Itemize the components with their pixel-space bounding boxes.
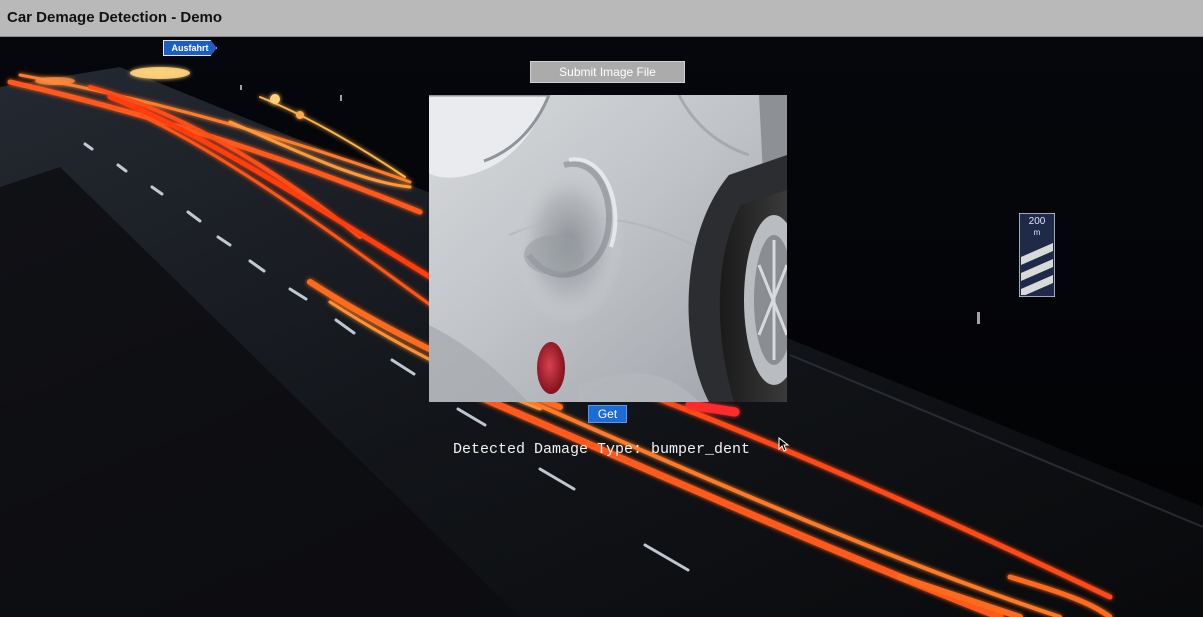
distance-sign: 200 m [1018,212,1056,298]
page-title: Car Demage Detection - Demo [7,9,223,26]
detection-result-label: Detected Damage Type: [452,441,651,458]
uploaded-image-preview [429,95,787,402]
detection-result-value: bumper_dent [651,441,751,458]
mouse-cursor-icon [778,437,790,452]
get-button[interactable]: Get [588,405,627,423]
detection-result: Detected Damage Type: bumper_dent [0,441,1203,458]
exit-sign: Ausfahrt [163,40,217,56]
page: Car Demage Detection - Demo Ausfahrt 200… [0,0,1203,617]
distance-sign-number: 200 [1028,216,1046,227]
submit-image-file-button[interactable]: Submit Image File [530,61,685,83]
distance-sign-unit: m [1033,228,1041,237]
title-bar: Car Demage Detection - Demo [0,0,1203,37]
